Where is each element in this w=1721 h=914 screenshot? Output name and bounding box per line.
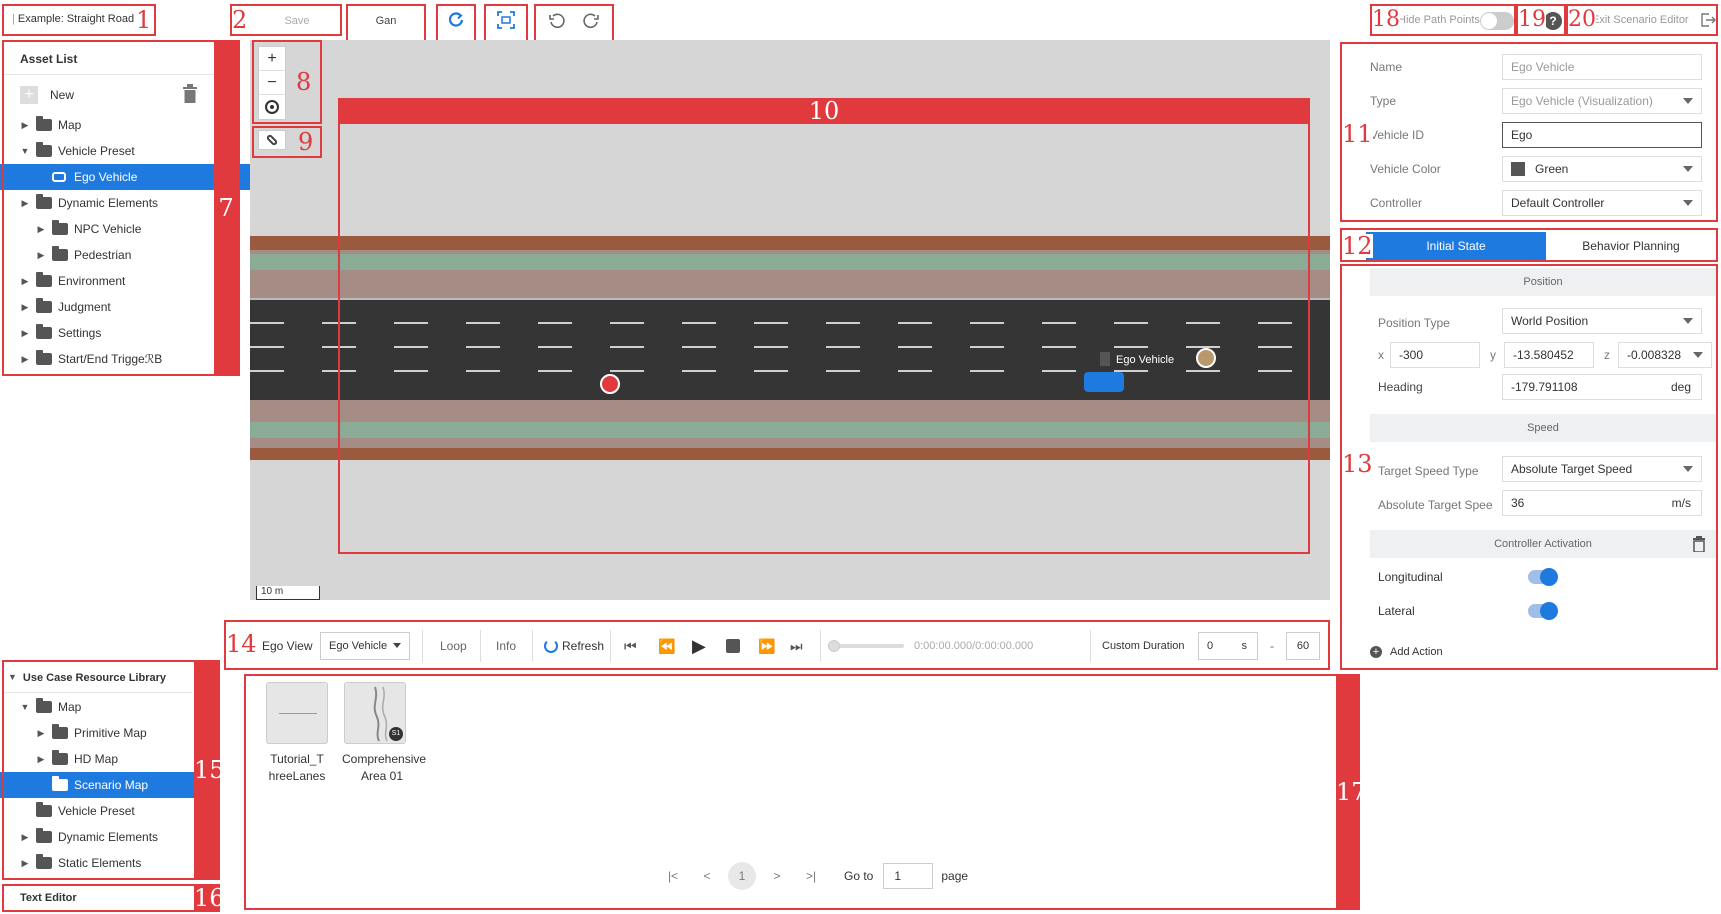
scale-bar: 10 m (256, 586, 320, 600)
annotation-12: 12 (1342, 232, 1373, 260)
annotation-2: 2 (232, 6, 248, 34)
annotation-17: 17 (1336, 674, 1367, 910)
annotation-9: 9 (298, 128, 314, 156)
annotation-14: 14 (226, 630, 257, 658)
annotation-11: 11 (1342, 120, 1373, 148)
annotation-16: 16 (194, 884, 225, 912)
annotation-10: 10 (338, 98, 1310, 124)
annotation-1: 1 (136, 6, 152, 34)
annotation-13: 13 (1342, 450, 1373, 478)
annotation-19: 19 (1518, 7, 1546, 32)
annotation-18: 18 (1372, 7, 1400, 32)
annotation-8: 8 (296, 68, 312, 96)
annotation-20: 20 (1568, 7, 1596, 32)
annotation-15: 15 (194, 662, 225, 878)
annotation-7: 7 (214, 42, 238, 374)
